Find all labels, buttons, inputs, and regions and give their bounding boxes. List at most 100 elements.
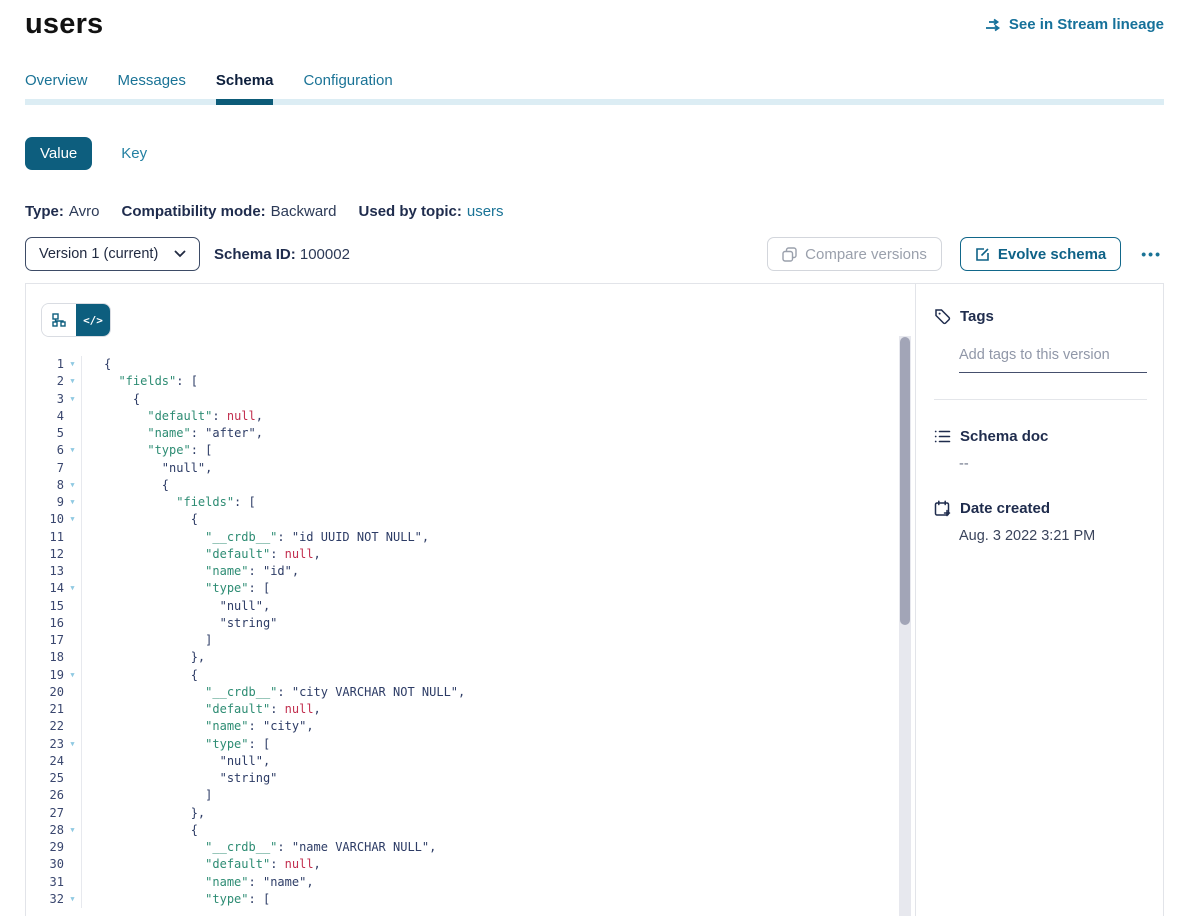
compare-versions-button[interactable]: Compare versions xyxy=(767,237,942,271)
code-line: 3▼ { xyxy=(26,391,915,408)
line-number: 4 xyxy=(26,408,64,425)
code-text: ] xyxy=(82,632,212,649)
fold-toggle-icon[interactable]: ▼ xyxy=(64,580,82,597)
tag-icon xyxy=(934,308,951,325)
fold-toggle-icon[interactable]: ▼ xyxy=(64,667,82,684)
tab-schema[interactable]: Schema xyxy=(216,72,274,105)
line-number: 2 xyxy=(26,373,64,390)
line-number: 1 xyxy=(26,356,64,373)
line-number: 9 xyxy=(26,494,64,511)
code-text: "null", xyxy=(82,753,270,770)
version-select[interactable]: Version 1 (current) xyxy=(25,237,200,271)
code-line: 23▼ "type": [ xyxy=(26,736,915,753)
topic-link[interactable]: users xyxy=(467,203,504,220)
fold-gutter xyxy=(64,615,82,632)
line-number: 18 xyxy=(26,649,64,666)
fold-toggle-icon[interactable]: ▼ xyxy=(64,736,82,753)
line-number: 25 xyxy=(26,770,64,787)
fold-gutter xyxy=(64,460,82,477)
type-value: Avro xyxy=(69,203,100,220)
line-number: 27 xyxy=(26,805,64,822)
code-line: 24 "null", xyxy=(26,753,915,770)
line-number: 16 xyxy=(26,615,64,632)
fold-gutter xyxy=(64,684,82,701)
code-scrollbar-thumb[interactable] xyxy=(900,337,910,625)
fold-toggle-icon[interactable]: ▼ xyxy=(64,442,82,459)
tags-section-header: Tags xyxy=(934,308,1147,325)
compare-versions-icon xyxy=(782,247,797,262)
code-line: 5 "name": "after", xyxy=(26,425,915,442)
fold-toggle-icon[interactable]: ▼ xyxy=(64,822,82,839)
fold-gutter xyxy=(64,546,82,563)
fold-toggle-icon[interactable]: ▼ xyxy=(64,511,82,528)
fold-toggle-icon[interactable]: ▼ xyxy=(64,891,82,908)
fold-gutter xyxy=(64,770,82,787)
code-line: 19▼ { xyxy=(26,667,915,684)
fold-gutter xyxy=(64,701,82,718)
code-line: 4 "default": null, xyxy=(26,408,915,425)
schema-doc-section: Schema doc -- xyxy=(934,428,1147,472)
view-toggle: </> xyxy=(42,304,110,336)
code-view-button[interactable]: </> xyxy=(76,304,110,336)
line-number: 29 xyxy=(26,839,64,856)
line-number: 13 xyxy=(26,563,64,580)
fold-toggle-icon[interactable]: ▼ xyxy=(64,391,82,408)
value-button[interactable]: Value xyxy=(25,137,92,170)
fold-toggle-icon[interactable]: ▼ xyxy=(64,373,82,390)
code-text: "null", xyxy=(82,460,212,477)
used-by-topic-label: Used by topic: xyxy=(359,203,462,220)
evolve-schema-button[interactable]: Evolve schema xyxy=(960,237,1121,271)
code-text: "name": "id", xyxy=(82,563,299,580)
calendar-plus-icon xyxy=(934,500,951,517)
schema-doc-header: Schema doc xyxy=(934,428,1147,445)
line-number: 24 xyxy=(26,753,64,770)
key-button[interactable]: Key xyxy=(121,145,147,162)
line-number: 21 xyxy=(26,701,64,718)
line-number: 32 xyxy=(26,891,64,908)
tab-bar: Overview Messages Schema Configuration xyxy=(25,72,1164,105)
add-tags-input[interactable] xyxy=(959,345,1147,373)
line-number: 5 xyxy=(26,425,64,442)
code-line: 25 "string" xyxy=(26,770,915,787)
code-line: 17 ] xyxy=(26,632,915,649)
code-text: }, xyxy=(82,805,205,822)
code-text: "type": [ xyxy=(82,580,270,597)
code-text: "name": "after", xyxy=(82,425,263,442)
chevron-down-icon xyxy=(174,250,186,258)
tags-title: Tags xyxy=(960,308,994,325)
code-line: 15 "null", xyxy=(26,598,915,615)
code-text: { xyxy=(82,822,198,839)
code-line: 1▼{ xyxy=(26,356,915,373)
fold-gutter xyxy=(64,805,82,822)
code-lines: 1▼{2▼ "fields": [3▼ {4 "default": null,5… xyxy=(26,356,915,908)
evolve-schema-icon xyxy=(975,247,990,262)
code-line: 26 ] xyxy=(26,787,915,804)
line-number: 22 xyxy=(26,718,64,735)
line-number: 26 xyxy=(26,787,64,804)
fold-toggle-icon[interactable]: ▼ xyxy=(64,477,82,494)
fold-toggle-icon[interactable]: ▼ xyxy=(64,356,82,373)
stream-lineage-link[interactable]: See in Stream lineage xyxy=(985,16,1164,33)
page-header: users See in Stream lineage xyxy=(25,0,1164,41)
code-text: }, xyxy=(82,649,205,666)
page-title: users xyxy=(25,8,103,41)
type-label: Type: xyxy=(25,203,64,220)
code-scrollbar-track[interactable] xyxy=(899,336,911,916)
code-line: 9▼ "fields": [ xyxy=(26,494,915,511)
controls-row: Version 1 (current) Schema ID: 100002 Co… xyxy=(25,237,1164,271)
tree-view-button[interactable] xyxy=(42,304,76,336)
line-number: 7 xyxy=(26,460,64,477)
code-line: 21 "default": null, xyxy=(26,701,915,718)
more-actions-button[interactable]: ••• xyxy=(1139,246,1164,262)
date-created-value: Aug. 3 2022 3:21 PM xyxy=(959,528,1147,544)
code-line: 7 "null", xyxy=(26,460,915,477)
fold-gutter xyxy=(64,425,82,442)
compare-versions-label: Compare versions xyxy=(805,246,927,263)
schema-doc-title: Schema doc xyxy=(960,428,1048,445)
fold-toggle-icon[interactable]: ▼ xyxy=(64,494,82,511)
code-line: 32▼ "type": [ xyxy=(26,891,915,908)
date-created-section: Date created Aug. 3 2022 3:21 PM xyxy=(934,500,1147,544)
list-icon xyxy=(934,429,951,444)
code-text: "type": [ xyxy=(82,442,212,459)
code-text: "name": "city", xyxy=(82,718,314,735)
